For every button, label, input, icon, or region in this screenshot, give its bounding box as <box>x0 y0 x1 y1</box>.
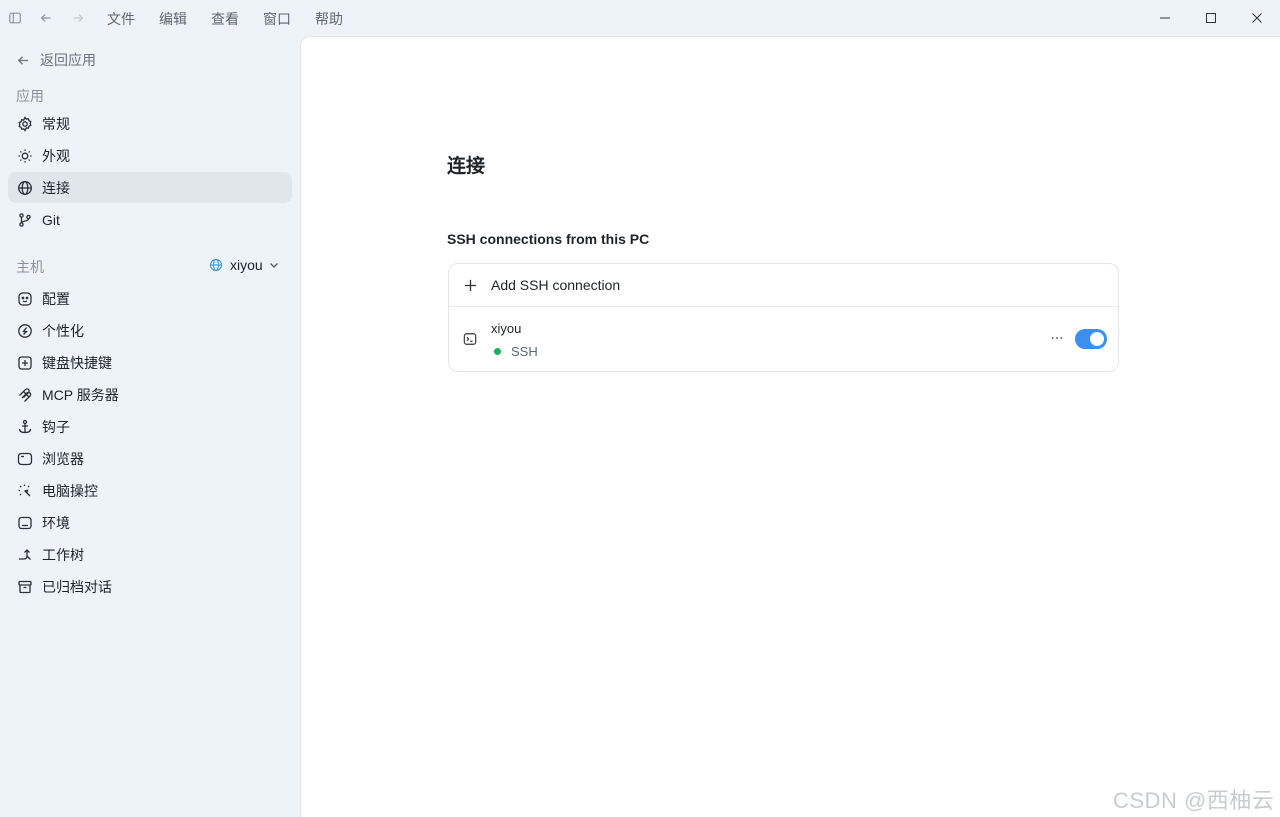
host-section-label: 主机 <box>16 259 44 275</box>
ssh-connections-card: Add SSH connection xiyou SSH <box>448 263 1119 372</box>
status-dot <box>494 348 501 355</box>
back-arrow-icon[interactable] <box>38 10 54 26</box>
add-ssh-connection-label: Add SSH connection <box>491 277 621 293</box>
sidebar-item-browser[interactable]: 浏览器 <box>8 443 292 474</box>
sun-icon <box>17 148 33 164</box>
config-icon <box>17 291 33 307</box>
sidebar-item-label: 连接 <box>42 179 70 196</box>
sidebar-item-label: 钩子 <box>42 418 70 435</box>
maximize-button[interactable] <box>1188 0 1234 36</box>
sidebar-item-label: 已归档对话 <box>42 578 112 595</box>
sidebar-item-appearance[interactable]: 外观 <box>8 140 292 171</box>
sidebar-item-archived-chats[interactable]: 已归档对话 <box>8 571 292 602</box>
personalize-icon <box>17 323 33 339</box>
sidebar-item-label: MCP 服务器 <box>42 386 119 403</box>
connection-enabled-toggle[interactable] <box>1075 329 1107 349</box>
sidebar-item-label: 电脑操控 <box>42 482 98 499</box>
host-select-value: xiyou <box>230 257 263 273</box>
title-bar: 文件 编辑 查看 窗口 帮助 <box>0 0 1280 36</box>
menu-window[interactable]: 窗口 <box>263 9 291 29</box>
ssh-connection-row[interactable]: xiyou SSH <box>449 307 1118 372</box>
toggle-knob <box>1090 332 1104 346</box>
minimize-button[interactable] <box>1142 0 1188 36</box>
sidebar-item-mcp-servers[interactable]: MCP 服务器 <box>8 379 292 410</box>
more-options-button[interactable] <box>1049 330 1065 346</box>
sidebar-item-connections[interactable]: 连接 <box>8 172 292 203</box>
gear-icon <box>17 115 33 132</box>
sidebar-item-keyboard-shortcuts[interactable]: 键盘快捷键 <box>8 347 292 378</box>
mcp-server-icon <box>17 387 33 403</box>
git-branch-icon <box>17 212 33 228</box>
sidebar-item-general[interactable]: 常规 <box>8 108 292 139</box>
sidebar-item-worktree[interactable]: 工作树 <box>8 539 292 570</box>
ellipsis-icon <box>1051 337 1063 339</box>
environment-icon <box>17 515 33 531</box>
sidebar-item-label: 个性化 <box>42 322 84 339</box>
sidebar-item-config[interactable]: 配置 <box>8 283 292 314</box>
app-section-label: 应用 <box>16 88 44 104</box>
connection-type-label: SSH <box>511 344 538 359</box>
terminal-icon <box>463 333 477 345</box>
main-panel: 连接 SSH connections from this PC Add SSH … <box>300 36 1280 817</box>
worktree-icon <box>17 547 33 563</box>
connection-name: xiyou <box>491 321 522 336</box>
hook-icon <box>17 419 33 435</box>
sidebar-item-personalization[interactable]: 个性化 <box>8 315 292 346</box>
back-to-app-link[interactable]: 返回应用 <box>16 50 96 70</box>
sidebar-item-computer-control[interactable]: 电脑操控 <box>8 475 292 506</box>
connection-type: SSH <box>494 344 538 359</box>
browser-icon <box>17 451 33 467</box>
add-ssh-connection-button[interactable]: Add SSH connection <box>449 264 1118 307</box>
back-to-app-label: 返回应用 <box>40 52 96 68</box>
sidebar-item-git[interactable]: Git <box>8 204 292 235</box>
menu-help[interactable]: 帮助 <box>315 9 343 29</box>
menu-file[interactable]: 文件 <box>107 9 135 29</box>
menu-edit[interactable]: 编辑 <box>159 9 187 29</box>
arrow-left-icon <box>17 55 29 65</box>
computer-control-icon <box>17 483 33 499</box>
forward-arrow-icon[interactable] <box>70 10 86 26</box>
page-title: 连接 <box>447 156 486 177</box>
globe-icon <box>17 180 33 196</box>
menu-view[interactable]: 查看 <box>211 9 239 29</box>
sidebar-item-label: Git <box>42 211 60 228</box>
sidebar-item-label: 工作树 <box>42 546 84 563</box>
sidebar: 返回应用 应用 常规 外观 连接 Git 主机 xiyou 配置 个性化 键盘快… <box>0 36 300 817</box>
watermark: CSDN @西柚云 <box>1113 788 1275 813</box>
host-select[interactable]: xiyou <box>209 257 280 273</box>
sidebar-toggle-icon[interactable] <box>7 10 23 26</box>
archive-icon <box>17 579 33 595</box>
plus-icon <box>464 279 477 291</box>
ssh-section-title: SSH connections from this PC <box>447 231 650 247</box>
globe-icon <box>209 258 223 272</box>
keyboard-shortcut-icon <box>17 355 33 371</box>
sidebar-item-label: 配置 <box>42 290 70 307</box>
sidebar-item-label: 键盘快捷键 <box>42 354 112 371</box>
close-button[interactable] <box>1234 0 1280 36</box>
sidebar-item-label: 环境 <box>42 514 70 531</box>
sidebar-item-label: 外观 <box>42 147 70 164</box>
sidebar-item-hooks[interactable]: 钩子 <box>8 411 292 442</box>
sidebar-item-label: 浏览器 <box>42 450 84 467</box>
sidebar-item-label: 常规 <box>42 115 70 132</box>
chevron-down-icon <box>269 263 278 268</box>
sidebar-item-environment[interactable]: 环境 <box>8 507 292 538</box>
